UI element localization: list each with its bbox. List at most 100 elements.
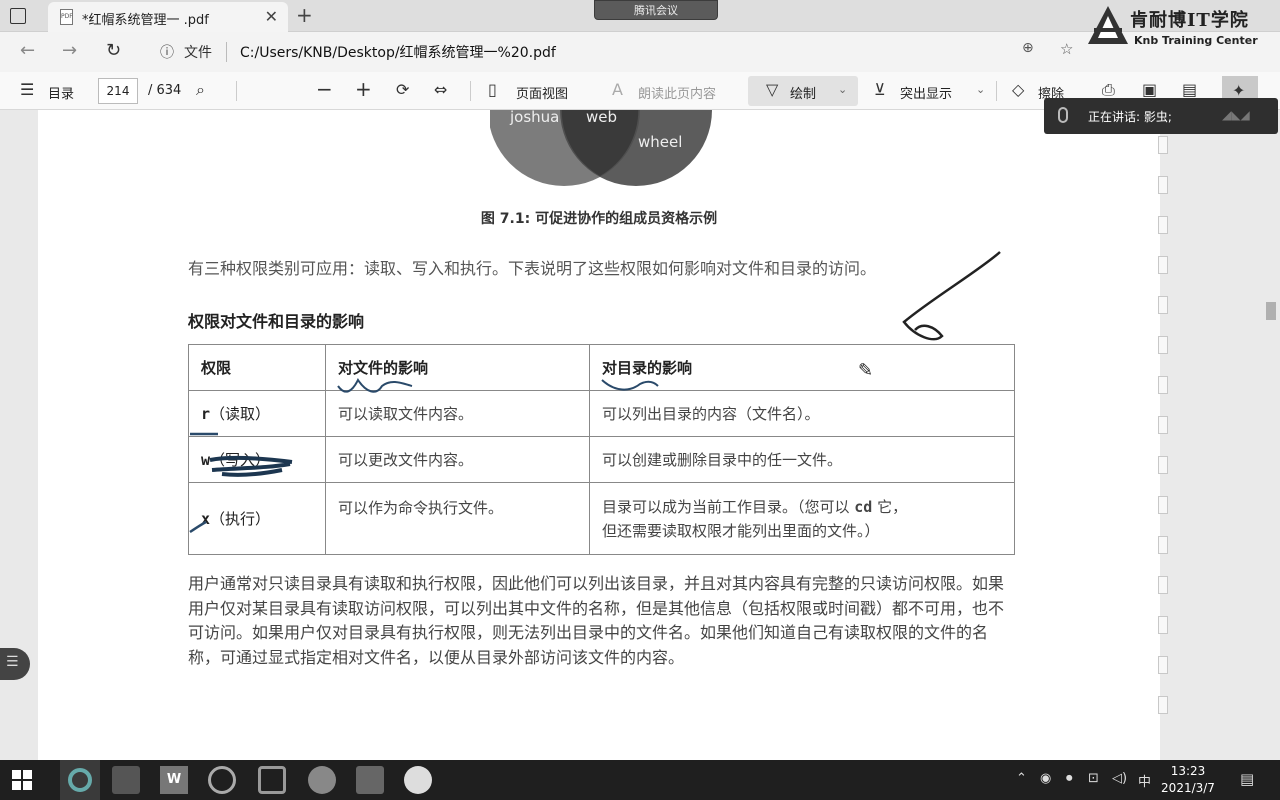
- page-view-icon[interactable]: ▯: [488, 80, 497, 99]
- scrollbar-thumb[interactable]: [1266, 302, 1276, 320]
- ime-indicator[interactable]: 中: [1138, 771, 1151, 790]
- file-label: 文件: [184, 45, 212, 61]
- tray-chevron-up-icon[interactable]: ⌃: [1016, 771, 1027, 786]
- chrome-app-icon[interactable]: [404, 766, 432, 794]
- toc-button[interactable]: 目录: [48, 83, 74, 102]
- tray-mic-icon[interactable]: ⏺: [1066, 771, 1073, 786]
- clock-date: 2021/3/7: [1161, 781, 1215, 795]
- windows-start-icon[interactable]: [12, 770, 32, 790]
- zoom-icon[interactable]: ⊕: [1022, 40, 1034, 56]
- new-tab-icon[interactable]: +: [296, 3, 313, 27]
- pencil-cursor-icon: ✎: [858, 360, 874, 381]
- divider: [236, 81, 237, 101]
- search-icon[interactable]: ⌕: [196, 80, 205, 100]
- divider: [470, 81, 471, 101]
- thumbnail-marker: [1158, 496, 1168, 514]
- venn-svg: joshua web wheel: [488, 34, 712, 186]
- rotate-icon[interactable]: ⟳: [396, 80, 409, 99]
- window-menu-icon[interactable]: [10, 8, 26, 24]
- highlight-button[interactable]: 突出显示: [900, 83, 952, 102]
- microphone-icon: [1058, 107, 1068, 123]
- eraser-icon[interactable]: ◇: [1012, 80, 1024, 99]
- url-field[interactable]: C:/Users/KNB/Desktop/红帽系统管理一%20.pdf: [240, 42, 556, 62]
- thumbnail-marker: [1158, 656, 1168, 674]
- right-margin: [1160, 110, 1280, 760]
- venn-label-joshua: joshua: [509, 110, 559, 126]
- tab-pdf[interactable]: PDF *红帽系统管理一 .pdf ✕: [48, 2, 288, 32]
- back-icon[interactable]: ←: [20, 40, 35, 61]
- chevron-down-icon[interactable]: ⌄: [838, 83, 847, 96]
- forward-icon[interactable]: →: [62, 40, 77, 61]
- meeting-indicator[interactable]: 腾讯会议: [594, 0, 718, 20]
- highlight-icon[interactable]: ⊻: [874, 80, 886, 99]
- thumbnail-marker: [1158, 296, 1168, 314]
- audio-wave-icon: ◢◣◢: [1222, 108, 1250, 122]
- thumbnail-marker: [1158, 696, 1168, 714]
- refresh-icon[interactable]: ↻: [106, 40, 121, 61]
- word-app-icon[interactable]: W: [160, 766, 188, 794]
- table-row: w（写入） 可以更改文件内容。 可以创建或删除目录中的任一文件。: [188, 436, 1015, 483]
- dir-effect-text: 目录可以成为当前工作目录。（您可以: [602, 497, 855, 516]
- watermark-logo: 肯耐博IT学院 Knb Training Center: [1086, 4, 1280, 52]
- toc-icon[interactable]: ☰: [20, 80, 34, 99]
- favorite-icon[interactable]: ☆: [1060, 40, 1073, 58]
- notification-icon[interactable]: ▤: [1240, 770, 1254, 788]
- table-row: x（执行） 可以作为命令执行文件。 目录可以成为当前工作目录。（您可以 cd 它…: [188, 482, 1015, 555]
- obs-app-icon[interactable]: [208, 766, 236, 794]
- permission-code: x: [201, 510, 211, 528]
- pen-app-icon[interactable]: [308, 766, 336, 794]
- intro-text: 有三种权限类别可应用：读取、写入和执行。下表说明了这些权限如何影响对文件和目录的…: [188, 259, 877, 278]
- read-aloud-icon[interactable]: A: [612, 80, 623, 99]
- dir-effect-text: 但还需要读取权限才能列出里面的文件。）: [602, 521, 880, 540]
- body-paragraph: 用户通常对只读目录具有读取和执行权限，因此他们可以列出该目录，并且对其内容具有完…: [188, 574, 1005, 667]
- pdf-page: 图 7.1: 可促进协作的组成员资格示例 有三种权限类别可应用：读取、写入和执行…: [38, 110, 1160, 760]
- network-icon[interactable]: ⊡: [1088, 771, 1099, 786]
- permission-cell: r（读取）: [188, 390, 326, 437]
- permission-name: （写入）: [210, 451, 271, 469]
- photos-app-icon[interactable]: [356, 766, 384, 794]
- logo-mark-icon: [1088, 6, 1128, 44]
- app-icon[interactable]: [258, 766, 286, 794]
- divider: [226, 42, 227, 62]
- taskbar: W ⌃ ◉ ⏺ ⊡ ◁) 中 13:23 2021/3/7 ▤: [0, 760, 1280, 800]
- permission-code: r: [201, 405, 211, 423]
- thumbnail-marker: [1158, 616, 1168, 634]
- zoom-in-icon[interactable]: +: [355, 77, 372, 101]
- save-icon[interactable]: ▣: [1142, 80, 1157, 99]
- explorer-app-icon[interactable]: [112, 766, 140, 794]
- permissions-table: 权限 对文件的影响 对目录的影响 r（读取） 可以读取文件内容。 可以列出目录的…: [188, 344, 1015, 555]
- thumbnail-marker: [1158, 536, 1168, 554]
- venn-label-wheel: wheel: [638, 133, 682, 151]
- fit-width-icon[interactable]: ⇔: [434, 80, 447, 99]
- tray-app-icon[interactable]: ◉: [1040, 771, 1051, 786]
- draw-button[interactable]: ▽ 绘制 ⌄: [748, 76, 858, 106]
- read-aloud-button[interactable]: 朗读此页内容: [638, 83, 716, 102]
- info-icon[interactable]: ⓘ: [160, 42, 174, 62]
- edge-app[interactable]: [60, 760, 100, 800]
- edge-icon: [68, 768, 92, 792]
- divider: [996, 81, 997, 101]
- thumbnail-marker: [1158, 376, 1168, 394]
- column-header: 对目录的影响: [589, 344, 1015, 391]
- file-effect-cell: 可以作为命令执行文件。: [325, 482, 590, 555]
- save-as-icon[interactable]: ▤: [1182, 80, 1197, 99]
- cd-command: cd: [854, 497, 873, 516]
- thumbnail-marker: [1158, 336, 1168, 354]
- thumbnail-marker: [1158, 576, 1168, 594]
- page-number-input[interactable]: 214: [98, 78, 138, 104]
- table-header-row: 权限 对文件的影响 对目录的影响: [188, 344, 1015, 391]
- logo-subtitle: Knb Training Center: [1134, 34, 1258, 47]
- venn-diagram: joshua web wheel: [488, 34, 720, 190]
- clock[interactable]: 13:23 2021/3/7: [1160, 763, 1216, 797]
- thumbnail-marker: [1158, 176, 1168, 194]
- zoom-out-icon[interactable]: −: [316, 77, 333, 101]
- print-icon[interactable]: ⎙: [1102, 80, 1115, 100]
- volume-icon[interactable]: ◁): [1112, 771, 1127, 786]
- chevron-down-icon[interactable]: ⌄: [976, 83, 985, 96]
- file-effect-cell: 可以更改文件内容。: [325, 436, 590, 483]
- figure-caption: 图 7.1: 可促进协作的组成员资格示例: [480, 211, 718, 227]
- thumbnail-marker: [1158, 416, 1168, 434]
- close-tab-icon[interactable]: ✕: [265, 7, 278, 26]
- section-title: 权限对文件和目录的影响: [188, 312, 365, 331]
- page-view-button[interactable]: 页面视图: [516, 83, 568, 102]
